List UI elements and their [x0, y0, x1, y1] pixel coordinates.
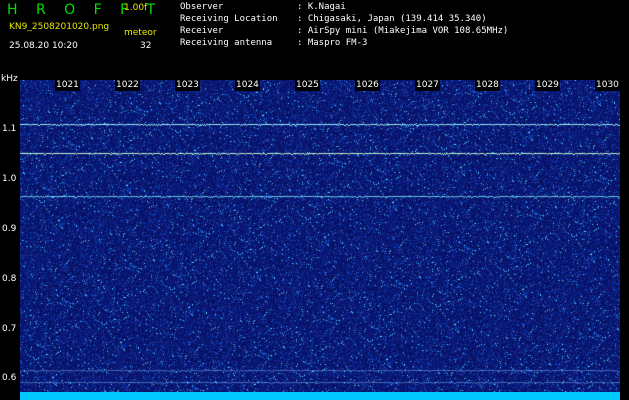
spectrogram-canvas — [20, 80, 620, 392]
y-tick-label: 1.0 — [2, 174, 17, 184]
info-row-location: Receiving Location : Chigasaki, Japan (13… — [180, 14, 487, 24]
info-row-receiver: Receiver : AirSpy mini (Miakejima VOR 108… — [180, 26, 508, 36]
app-version: 1.00f — [124, 3, 148, 13]
info-key: Receiver — [180, 26, 224, 36]
file-name: KN9_2508201020.png — [9, 22, 110, 32]
info-row-observer: Observer : K.Nagai — [180, 2, 346, 12]
y-axis: 1.1 1.0 0.9 0.8 0.7 0.6 — [0, 80, 20, 392]
info-key: Receiving Location — [180, 14, 278, 24]
info-key: Receiving antenna — [180, 38, 273, 48]
y-tick-label: 0.8 — [2, 274, 17, 284]
meteor-count: 32 — [140, 41, 152, 51]
y-tick-label: 0.9 — [2, 224, 17, 234]
spectrogram-plot — [20, 80, 620, 392]
info-row-antenna: Receiving antenna : Maspro FM-3 — [180, 38, 367, 48]
right-margin — [620, 74, 629, 400]
y-tick-label: 0.6 — [2, 373, 17, 383]
info-key: Observer — [180, 2, 224, 12]
meteor-label: meteor — [124, 28, 157, 38]
info-value: : K.Nagai — [297, 2, 346, 12]
noise-level-bar — [20, 392, 620, 400]
info-value: : AirSpy mini (Miakejima VOR 108.65MHz) — [297, 26, 509, 36]
header-panel: H R O F F T 1.00f KN9_2508201020.png 25.… — [0, 0, 629, 74]
info-value: : Chigasaki, Japan (139.414 35.340) — [297, 14, 487, 24]
date-time: 25.08.20 10:20 — [9, 41, 78, 51]
info-value: : Maspro FM-3 — [297, 38, 368, 48]
y-tick-label: 0.7 — [2, 324, 17, 334]
y-tick-label: 1.1 — [2, 124, 17, 134]
